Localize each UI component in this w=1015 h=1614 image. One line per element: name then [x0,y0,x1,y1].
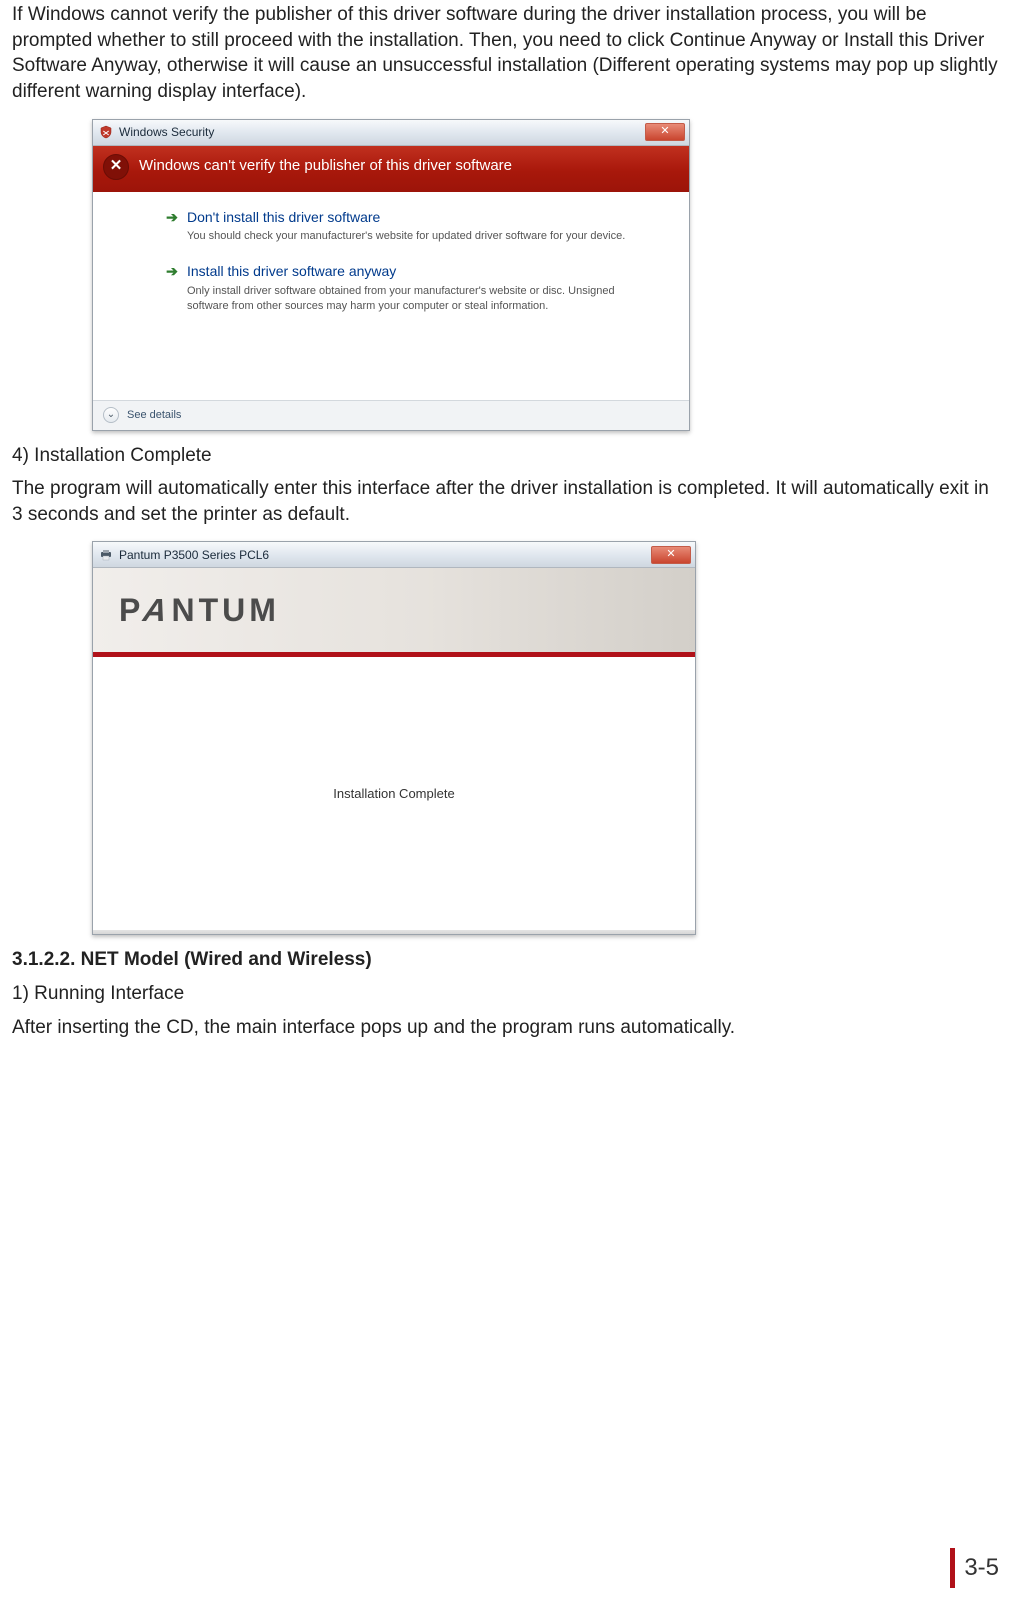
ws-banner-text: Windows can't verify the publisher of th… [139,156,512,176]
option-dont-install[interactable]: ➔ Don't install this driver software You… [165,208,671,245]
ws-footer: ⌄ See details [93,400,689,430]
install-complete-figure: Pantum P3500 Series PCL6 ✕ PANTUM Instal… [92,541,1003,935]
pantum-install-dialog: Pantum P3500 Series PCL6 ✕ PANTUM Instal… [92,541,696,935]
option-install-anyway[interactable]: ➔ Install this driver software anyway On… [165,262,671,314]
close-button[interactable]: ✕ [651,546,691,564]
shield-icon [99,125,113,139]
step4-heading: 4) Installation Complete [12,443,1003,469]
step1-heading: 1) Running Interface [12,981,1003,1007]
intro-paragraph: If Windows cannot verify the publisher o… [12,2,1003,105]
pt-header-area: PANTUM [93,568,695,652]
chevron-down-icon[interactable]: ⌄ [103,407,119,423]
option-subtext: Only install driver software obtained fr… [187,284,627,314]
close-button[interactable]: ✕ [645,123,685,141]
step1-paragraph: After inserting the CD, the main interfa… [12,1015,1003,1041]
ws-warning-banner: ✕ Windows can't verify the publisher of … [93,146,689,192]
pt-title: Pantum P3500 Series PCL6 [119,547,651,563]
ws-options-area: ➔ Don't install this driver software You… [93,192,689,400]
step4-paragraph: The program will automatically enter thi… [12,476,1003,527]
warning-x-icon: ✕ [103,154,129,180]
ws-titlebar: Windows Security ✕ [93,120,689,146]
arrow-right-icon: ➔ [165,208,179,245]
section-heading: 3.1.2.2. NET Model (Wired and Wireless) [12,947,1003,973]
pantum-logo: PANTUM [119,589,279,632]
see-details-link[interactable]: See details [127,408,181,423]
option-title: Install this driver software anyway [187,262,671,281]
page-number: 3-5 [950,1552,999,1584]
option-subtext: You should check your manufacturer's web… [187,229,627,244]
pt-bottom-bar [93,930,695,934]
printer-app-icon [99,548,113,562]
pt-titlebar: Pantum P3500 Series PCL6 ✕ [93,542,695,568]
arrow-right-icon: ➔ [165,262,179,314]
windows-security-figure: Windows Security ✕ ✕ Windows can't verif… [92,119,1003,431]
option-title: Don't install this driver software [187,208,671,227]
ws-title: Windows Security [119,124,645,140]
windows-security-dialog: Windows Security ✕ ✕ Windows can't verif… [92,119,690,431]
installation-complete-text: Installation Complete [333,785,454,803]
pt-body: Installation Complete [93,657,695,930]
